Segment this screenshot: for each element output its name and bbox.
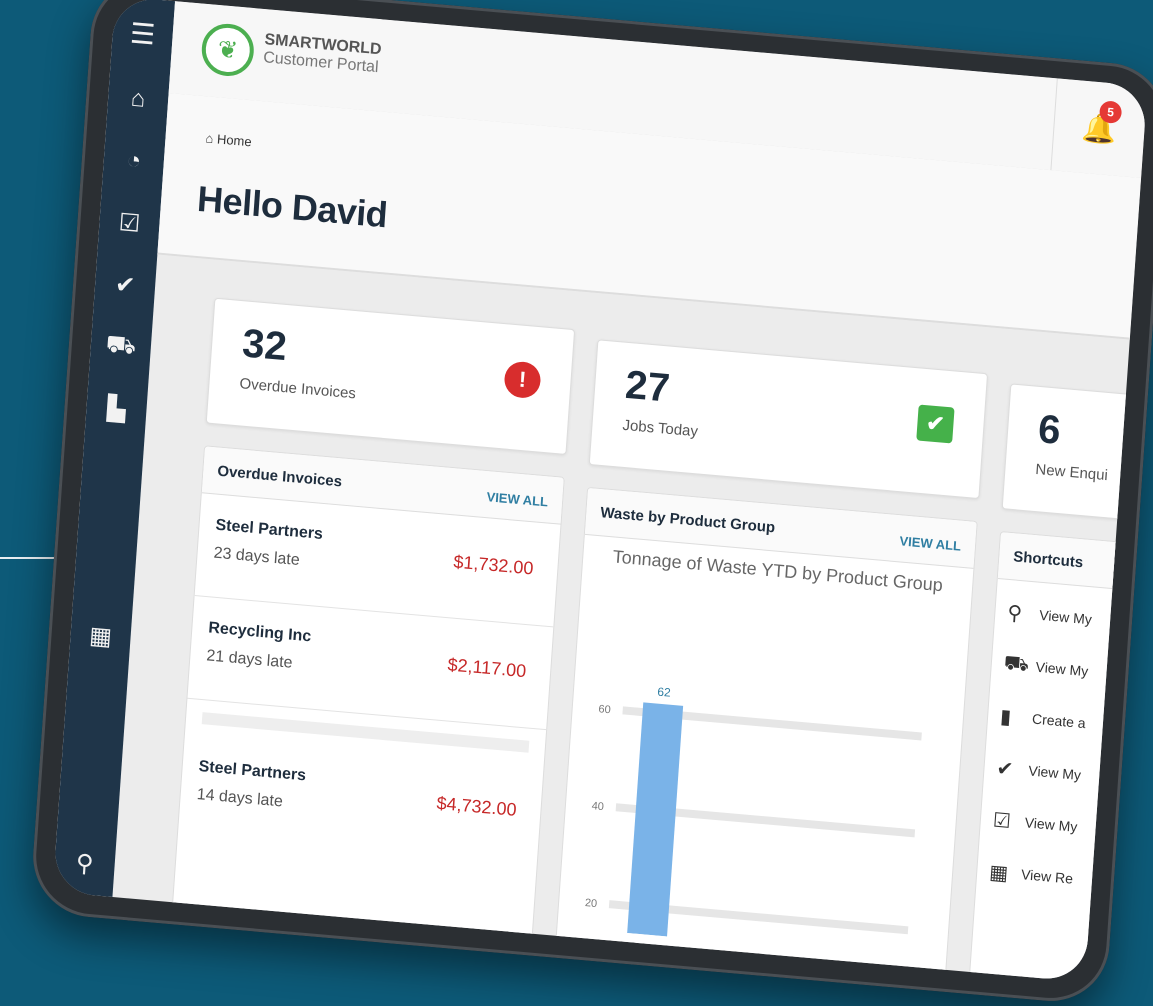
clipboard-check-icon[interactable]: ✔	[93, 251, 157, 318]
stat-value: 27	[623, 362, 672, 411]
clipboard-check-icon: ✔	[995, 757, 1015, 782]
person-location-icon[interactable]: ⚲	[53, 830, 117, 897]
stat-value: 32	[240, 321, 289, 370]
shortcut-label: View My	[1027, 762, 1082, 783]
notifications-bell-icon[interactable]: 🔔 5	[1050, 78, 1148, 179]
stat-label: Jobs Today	[621, 416, 699, 441]
exclamation-icon: !	[503, 360, 542, 400]
shortcut-label: View My	[1035, 658, 1089, 680]
invoice-days-late: 14 days late	[196, 785, 284, 811]
home-icon: ⌂	[205, 130, 214, 147]
invoice-customer: Steel Partners	[215, 516, 324, 543]
vehicle-icon: ⛟	[1003, 651, 1030, 677]
stat-value: 6	[1036, 407, 1063, 453]
clipboard-check-icon: ✔	[916, 404, 955, 444]
invoice-customer: Steel Partners	[198, 758, 307, 785]
tablet-device: ☰ ⌂ ◔ ☑ ✔ ⛟ ▙ ▦ ⚲ ❦ SMARTWORLD Customer …	[29, 0, 1153, 1006]
invoice-customer: Recycling Inc	[207, 619, 312, 646]
card-title: Overdue Invoices	[216, 462, 343, 491]
bar[interactable]	[627, 702, 684, 937]
y-tick-label: 60	[598, 703, 611, 716]
invoice-row[interactable]: Steel Partners 14 days late $4,732.00	[178, 735, 544, 868]
invoice-amount: $4,732.00	[435, 792, 518, 820]
calendar-check-icon: ☑	[992, 809, 1012, 833]
dashboard-gauge-icon[interactable]: ◔	[102, 128, 166, 195]
data-label: 62	[657, 685, 672, 700]
table-grid-icon: ▦	[988, 861, 1009, 885]
shortcut-label: View My	[1038, 606, 1093, 628]
leaf-logo-icon[interactable]: ❦	[200, 21, 256, 79]
shortcut-label: View Re	[1020, 866, 1074, 887]
stat-label: New Enqui	[1034, 460, 1109, 485]
waste-by-product-group-card: Waste by Product Group VIEW ALL Tonnage …	[554, 486, 978, 982]
hamburger-menu-icon[interactable]: ☰	[110, 0, 175, 71]
calendar-check-icon[interactable]: ☑	[97, 189, 161, 256]
page-title: Hello David	[195, 177, 389, 236]
y-tick-label: 40	[591, 800, 604, 813]
card-title: Waste by Product Group	[599, 504, 776, 537]
breadcrumb[interactable]: ⌂ Home	[205, 130, 252, 149]
stat-label: Overdue Invoices	[238, 375, 357, 403]
table-grid-icon[interactable]: ▦	[69, 602, 133, 669]
invoice-days-late: 23 days late	[213, 544, 301, 570]
factory-icon[interactable]: ▙	[84, 375, 148, 442]
overdue-invoices-card: Overdue Invoices VIEW ALL Steel Partners…	[171, 445, 565, 938]
shortcut-item[interactable]: ▦ View Re	[975, 846, 1147, 915]
stat-jobs-today[interactable]: 27 Jobs Today ✔	[588, 339, 989, 500]
view-all-link[interactable]: VIEW ALL	[486, 489, 548, 509]
waste-bar-chart: 6040206211	[584, 685, 922, 955]
view-all-link[interactable]: VIEW ALL	[899, 533, 961, 553]
invoice-amount: $1,732.00	[452, 551, 535, 579]
brand: SMARTWORLD Customer Portal	[263, 31, 382, 77]
vehicle-icon[interactable]: ⛟	[89, 313, 153, 380]
invoice-amount: $2,117.00	[447, 654, 527, 682]
invoice-days-late: 21 days late	[205, 647, 294, 672]
person-location-icon: ⚲	[1006, 601, 1023, 626]
document-icon: ▮	[999, 705, 1012, 729]
home-icon[interactable]: ⌂	[106, 66, 170, 133]
card-title: Shortcuts	[1012, 548, 1084, 572]
stat-overdue-invoices[interactable]: 32 Overdue Invoices !	[205, 297, 576, 455]
breadcrumb-home: Home	[216, 131, 253, 150]
shortcut-label: View My	[1024, 814, 1078, 835]
y-tick-label: 20	[584, 897, 597, 910]
screen: ☰ ⌂ ◔ ☑ ✔ ⛟ ▙ ▦ ⚲ ❦ SMARTWORLD Customer …	[52, 0, 1148, 983]
shortcut-label: Create a	[1031, 710, 1087, 732]
